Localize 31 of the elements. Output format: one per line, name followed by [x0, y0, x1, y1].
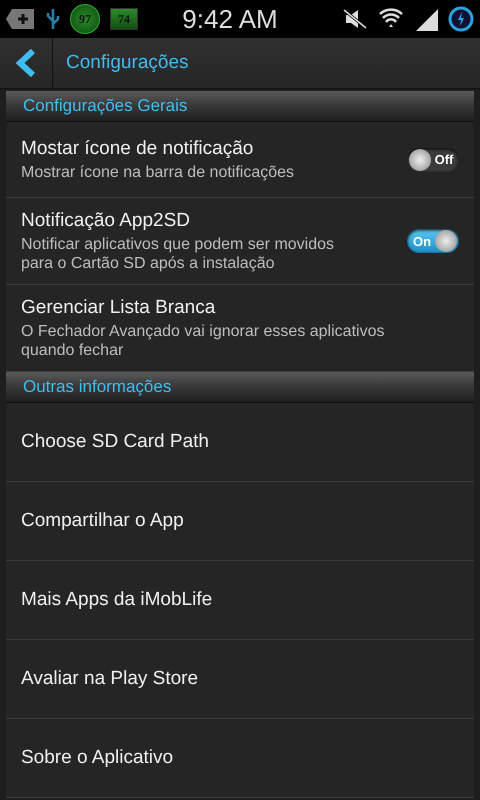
settings-item[interactable]: Notificação App2SD Notificar aplicativos que podem ser movidos para o Cartão SD após a instalação On: [6, 198, 474, 285]
battery-level: 74: [110, 8, 138, 30]
screen-title: Configurações: [65, 52, 189, 74]
mute-icon: [342, 8, 368, 30]
section-header: Configurações Gerais: [23, 96, 188, 116]
item-title: Choose SD Card Path: [21, 431, 210, 453]
item-title: Mostar ícone de notificação: [21, 138, 254, 160]
item-title: Avaliar na Play Store: [21, 668, 200, 690]
chevron-left-icon: [15, 49, 37, 77]
power-icon: [448, 6, 474, 32]
add-notification-icon: [6, 7, 36, 31]
item-title: Notificação App2SD: [21, 210, 191, 232]
settings-item[interactable]: Choose SD Card Path: [6, 403, 474, 482]
item-title: Compartilhar o App: [21, 510, 185, 532]
settings-item[interactable]: Compartilhar o App: [6, 482, 474, 561]
item-summary: Mostrar ícone na barra de notificações: [21, 162, 296, 182]
temperature-badge: 97: [70, 4, 100, 34]
item-title: Sobre o Aplicativo: [21, 747, 174, 769]
signal-icon: [414, 7, 438, 31]
toggle-switch[interactable]: Off: [407, 148, 459, 172]
section-header: Outras informações: [23, 377, 172, 397]
item-summary: Notificar aplicativos que podem ser movidos para o Cartão SD após a instalação: [21, 234, 336, 272]
settings-item[interactable]: Mostar ícone de notificação Mostrar ícone na barra de notificações Off: [6, 122, 474, 198]
settings-item[interactable]: Sobre o Aplicativo: [6, 719, 474, 798]
usb-icon: [46, 7, 60, 31]
clock: 9:42 AM: [181, 4, 279, 34]
settings-item[interactable]: Mais Apps da iMobLife: [6, 561, 474, 640]
settings-item[interactable]: Avaliar na Play Store: [6, 640, 474, 719]
item-title: Mais Apps da iMobLife: [21, 589, 214, 611]
item-summary: O Fechador Avançado vai ignorar esses aplicativos quando fechar: [21, 322, 386, 360]
item-title: Gerenciar Lista Branca: [21, 296, 216, 318]
